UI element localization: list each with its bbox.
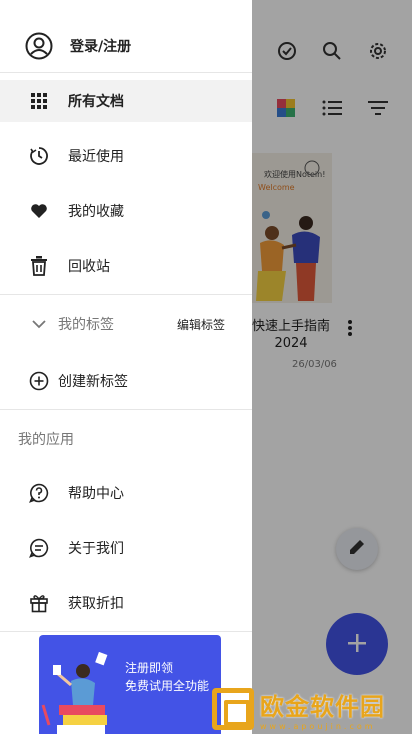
login-register-item[interactable]: 登录/注册 <box>0 26 252 66</box>
create-tag-item[interactable]: 创建新标签 <box>0 360 252 402</box>
help-bubble-icon <box>28 482 50 504</box>
heart-icon <box>28 200 50 222</box>
promo-line-1: 注册即领 <box>125 661 174 675</box>
my-tags-toggle[interactable]: 我的标签 编辑标签 <box>0 303 252 345</box>
trash-icon <box>28 255 50 277</box>
login-register-label: 登录/注册 <box>70 39 132 55</box>
promo-line-2: 免费试用全功能 <box>125 679 210 693</box>
watermark-main-text: 欧金软件园 <box>260 693 385 721</box>
app-item-label: 获取折扣 <box>68 596 124 612</box>
gift-icon <box>28 592 50 614</box>
app-item-get-discount[interactable]: 获取折扣 <box>0 582 252 624</box>
site-watermark: 欧金软件园 www.apoujin.com <box>212 686 408 732</box>
create-tag-label: 创建新标签 <box>58 374 128 390</box>
watermark-url-text: www.apoujin.com <box>260 722 376 731</box>
nav-item-all-documents[interactable]: 所有文档 <box>0 80 252 122</box>
nav-item-label: 最近使用 <box>68 149 124 165</box>
nav-item-label: 所有文档 <box>68 94 124 110</box>
app-item-label: 帮助中心 <box>68 486 124 502</box>
nav-item-label: 回收站 <box>68 259 110 275</box>
grid-icon <box>28 90 50 112</box>
divider <box>0 409 252 410</box>
divider <box>0 294 252 295</box>
app-item-help-center[interactable]: 帮助中心 <box>0 472 252 514</box>
divider <box>0 631 252 632</box>
edit-tags-button[interactable]: 编辑标签 <box>177 316 225 333</box>
clock-icon <box>28 145 50 167</box>
nav-item-recent[interactable]: 最近使用 <box>0 135 252 177</box>
promo-banner[interactable]: 注册即领 免费试用全功能 <box>39 635 221 734</box>
divider <box>0 72 252 73</box>
add-circle-icon <box>28 370 50 392</box>
app-item-label: 关于我们 <box>68 541 124 557</box>
chevron-down-icon <box>28 313 50 335</box>
nav-item-trash[interactable]: 回收站 <box>0 245 252 287</box>
nav-item-label: 我的收藏 <box>68 204 124 220</box>
app-item-about-us[interactable]: 关于我们 <box>0 527 252 569</box>
chat-bubble-icon <box>28 537 50 559</box>
watermark-text: 欧金软件园 www.apoujin.com <box>260 687 385 731</box>
user-circle-icon <box>25 32 53 60</box>
navigation-drawer: 登录/注册 所有文档 最近使用 我的收藏 回收站 我的标签 编辑标签 创建新标签… <box>0 0 252 734</box>
nav-item-favorites[interactable]: 我的收藏 <box>0 190 252 232</box>
my-apps-title: 我的应用 <box>18 432 74 448</box>
promo-illustration <box>41 651 108 734</box>
watermark-logo-icon <box>212 688 254 730</box>
my-tags-label: 我的标签 <box>58 317 114 333</box>
